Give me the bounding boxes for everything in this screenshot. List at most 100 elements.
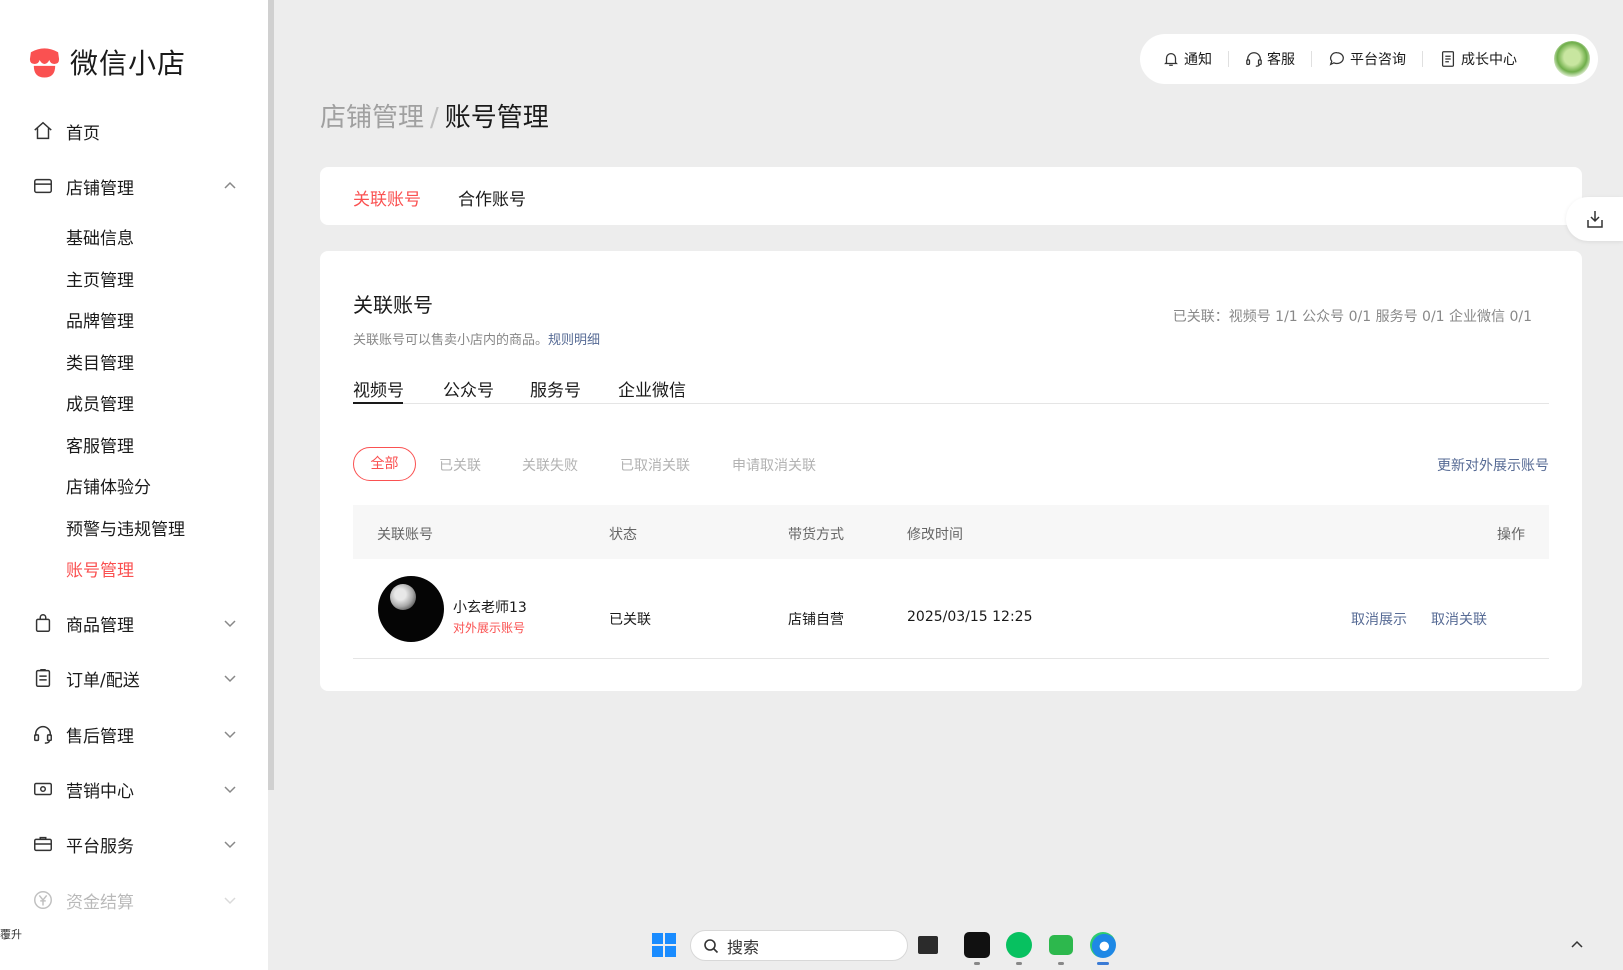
bag-icon [35,614,51,632]
shop-logo-icon [29,48,60,78]
growth-center-button[interactable]: 成长中心 [1439,49,1517,69]
sidebar-subitem-basic-info[interactable]: 基础信息 [66,224,134,249]
filter-unlink-requested[interactable]: 申请取消关联 [732,455,816,475]
sidebar-item-products[interactable]: 商品管理 [0,609,268,637]
col-status: 状态 [609,527,637,543]
store-icon [34,178,52,194]
sidebar-item-platform-services[interactable]: 平台服务 [0,830,268,858]
ticket-icon [34,782,52,796]
breadcrumb-parent[interactable]: 店铺管理 [320,103,424,133]
sidebar-subitem-homepage[interactable]: 主页管理 [66,266,134,291]
col-actions: 操作 [1497,527,1525,543]
chevron-down-icon [224,620,236,628]
subtab-service-account[interactable]: 服务号 [530,376,581,401]
sidebar-item-home[interactable]: 首页 [0,117,268,145]
capcut-icon[interactable] [964,932,990,958]
panel-title: 关联账号 [353,293,433,317]
taskbar-search[interactable]: 搜索 [690,930,908,961]
sidebar-subitem-violations[interactable]: 预警与违规管理 [66,515,185,540]
edge-browser-icon[interactable] [1090,932,1116,958]
briefcase-icon [34,836,52,852]
sidebar-subitem-customer-service[interactable]: 客服管理 [66,432,134,457]
subtab-wecom[interactable]: 企业微信 [618,376,686,401]
sidebar-item-label: 店铺管理 [66,178,134,199]
divider [1422,51,1423,67]
col-sales-mode: 带货方式 [788,527,844,543]
growth-center-label: 成长中心 [1461,52,1517,68]
sidebar-item-label: 首页 [66,123,100,144]
chevron-down-icon [224,731,236,739]
divider [1311,51,1312,67]
start-icon[interactable] [652,933,676,957]
sidebar-item-marketing[interactable]: 营销中心 [0,775,268,803]
sidebar-item-settlement[interactable]: 资金结算 [0,886,268,914]
notifications-button[interactable]: 通知 [1162,49,1212,69]
subtab-official-account[interactable]: 公众号 [443,376,494,401]
account-avatar [378,576,444,642]
sidebar-item-label: 商品管理 [66,615,134,636]
active-indicator [1097,962,1109,965]
tab-linked-accounts[interactable]: 关联账号 [353,185,421,210]
customer-service-button[interactable]: 客服 [1245,49,1295,69]
unlink-button[interactable]: 取消关联 [1431,609,1487,629]
headset-icon [1246,52,1262,67]
sidebar-item-label: 订单/配送 [66,670,140,691]
sidebar-subitem-brand[interactable]: 品牌管理 [66,307,134,332]
cancel-display-button[interactable]: 取消展示 [1351,609,1407,629]
running-indicator [1058,962,1064,965]
panel-description: 关联账号可以售卖小店内的商品。规则明细 [353,329,600,348]
running-indicator [1016,962,1022,965]
modified-time: 2025/03/15 12:25 [907,609,1033,625]
active-tab-indicator [353,402,403,404]
remote-desktop-icon[interactable] [1049,935,1073,955]
tab-partner-accounts[interactable]: 合作账号 [458,185,526,210]
sidebar-subitem-account-management[interactable]: 账号管理 [66,556,134,581]
sidebar-item-store[interactable]: 店铺管理 [0,172,268,200]
breadcrumb: 店铺管理 / 账号管理 [320,97,549,134]
sidebar-item-after-sales[interactable]: 售后管理 [0,720,268,748]
running-indicator [974,962,980,965]
home-icon [34,121,52,140]
account-type-tabs: 视频号 公众号 服务号 企业微信 [353,354,1549,404]
sidebar-item-orders[interactable]: 订单/配送 [0,664,268,692]
sales-mode: 店铺自营 [788,612,844,628]
chevron-up-icon [224,181,236,189]
document-icon [1441,51,1455,67]
sidebar-item-label: 资金结算 [66,892,134,913]
chevron-down-icon [224,786,236,794]
chevron-up-icon[interactable] [1570,938,1584,952]
user-avatar[interactable] [1552,39,1592,79]
os-taskbar: 搜索 [0,920,1623,970]
bell-icon [1164,52,1178,66]
headset-icon [34,726,52,744]
update-display-account-link[interactable]: 更新对外展示账号 [1437,455,1549,475]
platform-consult-label: 平台咨询 [1350,52,1406,68]
linked-accounts-panel: 关联账号 关联账号可以售卖小店内的商品。规则明细 已关联：视频号 1/1 公众号… [320,251,1582,691]
filter-all[interactable]: 全部 [353,447,416,481]
download-icon [1586,211,1603,228]
download-button[interactable] [1566,197,1623,241]
app-logo[interactable]: 微信小店 [27,42,186,82]
filter-unlinked[interactable]: 已取消关联 [620,455,690,475]
filter-link-failed[interactable]: 关联失败 [522,455,578,475]
sidebar-subitem-experience-score[interactable]: 店铺体验分 [66,473,151,498]
notifications-label: 通知 [1184,52,1212,68]
col-account: 关联账号 [377,527,433,543]
sidebar-item-label: 售后管理 [66,726,134,747]
sidebar-item-label: 平台服务 [66,836,134,857]
sidebar-scrollbar[interactable] [268,0,274,790]
task-view-icon[interactable] [918,936,938,954]
display-account-tag: 对外展示账号 [453,621,526,635]
wechat-icon[interactable] [1006,932,1032,958]
rules-link[interactable]: 规则明细 [548,333,600,348]
search-placeholder: 搜索 [727,937,760,957]
sidebar-subitem-category[interactable]: 类目管理 [66,349,134,374]
sidebar-subitem-members[interactable]: 成员管理 [66,390,134,415]
account-name: 小玄老师13 [453,600,527,616]
app-name: 微信小店 [70,47,187,80]
yen-icon [34,891,52,909]
subtab-channels[interactable]: 视频号 [353,376,404,401]
platform-consult-button[interactable]: 平台咨询 [1328,49,1406,69]
filter-linked[interactable]: 已关联 [439,455,481,475]
chat-bubble-icon [1329,52,1344,66]
